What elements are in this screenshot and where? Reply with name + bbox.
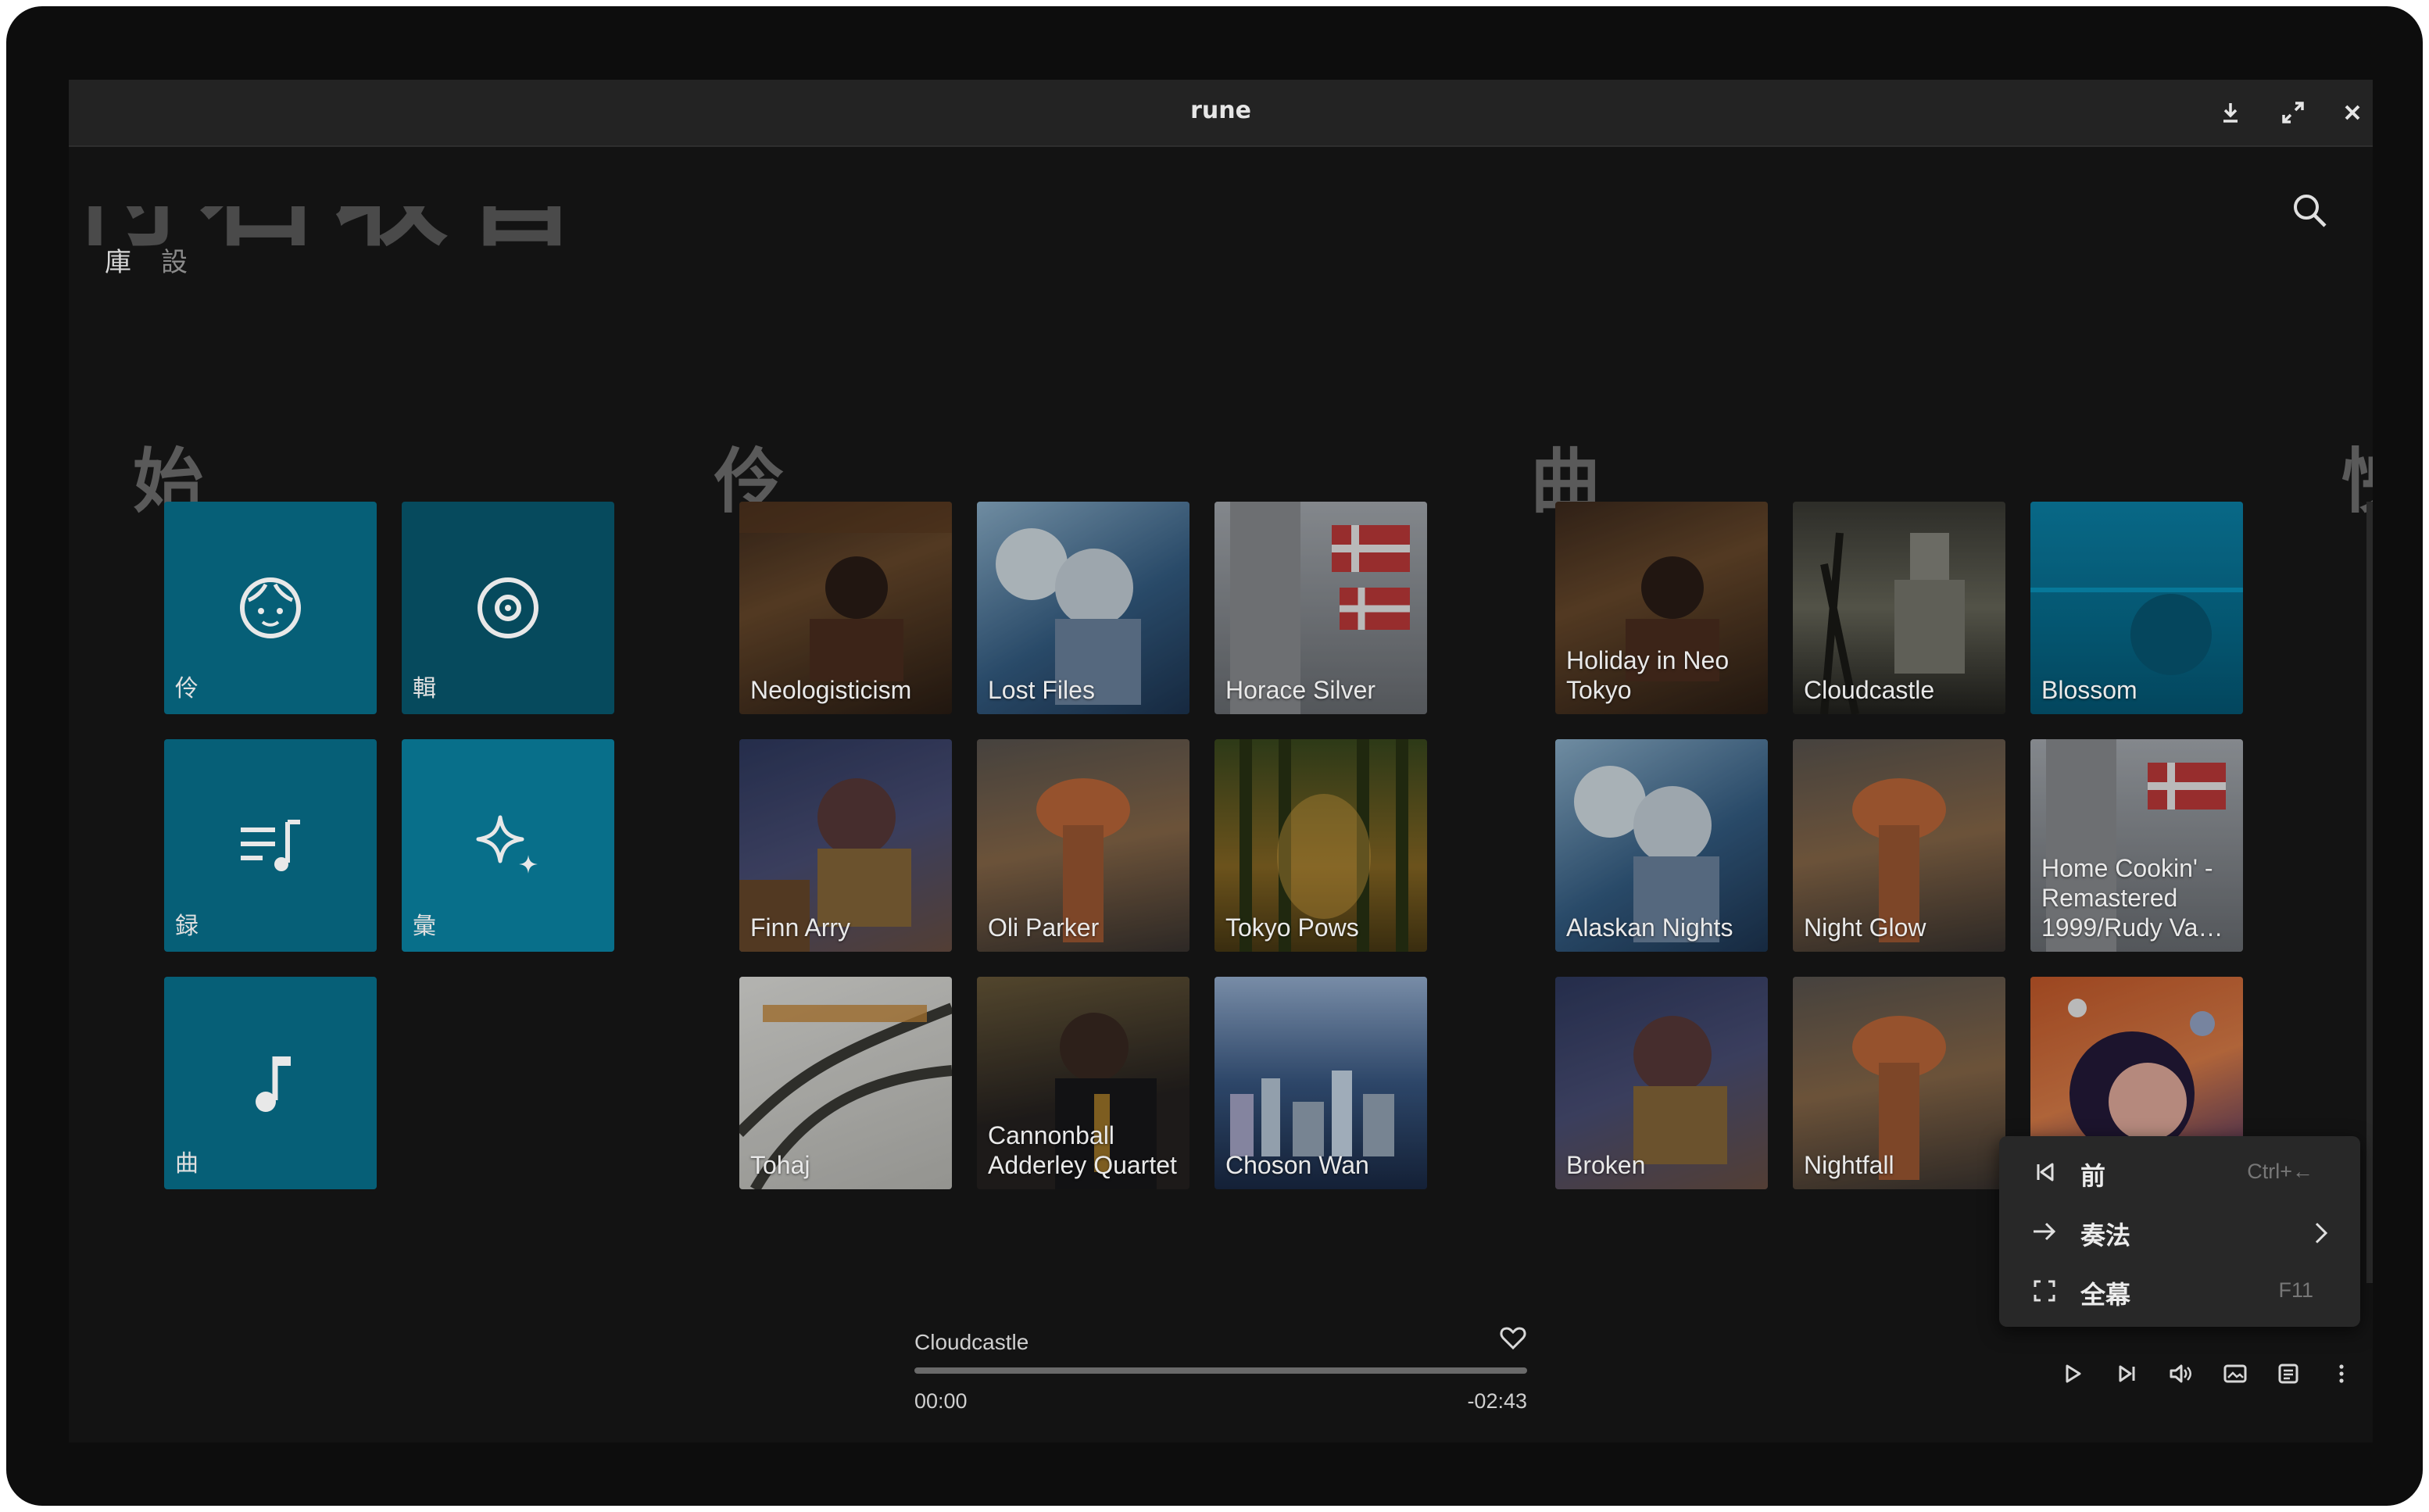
download-button[interactable] (2215, 97, 2246, 128)
track-card[interactable]: Blossom (2030, 502, 2243, 714)
play-icon (2066, 1364, 2081, 1383)
menu-item-fullscreen[interactable]: 全幕 F11 (1999, 1263, 2360, 1322)
progress-bar[interactable] (914, 1367, 1527, 1374)
artist-card[interactable]: Cannonball Adderley Quartet (977, 977, 1189, 1189)
app-window: rune 付石收音 庫 設 始 伶 曲 怏 伶 (69, 80, 2373, 1442)
card-title: Neologisticism (750, 676, 912, 704)
card-title: Cannonball Adderley Quartet (988, 1121, 1177, 1179)
play-button[interactable] (2055, 1357, 2090, 1391)
tile-label: 伶 (175, 675, 199, 702)
chevron-right-icon (2315, 1222, 2328, 1244)
next-section-peek (2366, 502, 2373, 1283)
card-title: Blossom (2041, 676, 2137, 704)
card-title: Oli Parker (988, 913, 1100, 942)
menu-item-playback-mode[interactable]: 奏法 (1999, 1203, 2360, 1263)
disc-icon (478, 577, 538, 638)
sparkle-icon (476, 815, 538, 874)
track-card[interactable]: Night Glow (1793, 739, 2005, 952)
menu-shortcut: F11 (2278, 1278, 2313, 1302)
next-button[interactable] (2110, 1357, 2145, 1391)
window-title: rune (1190, 97, 1251, 124)
card-title: Holiday in Neo Tokyo (1566, 646, 1730, 704)
close-button[interactable] (2337, 97, 2368, 128)
tile-albums[interactable]: 輯 (402, 502, 614, 714)
artist-card[interactable]: Tokyo Pows (1214, 739, 1427, 952)
elapsed-time: 00:00 (914, 1389, 968, 1413)
more-vertical-icon (2339, 1364, 2344, 1383)
artist-card[interactable]: Choson Wan (1214, 977, 1427, 1189)
card-title: Nightfall (1804, 1151, 1894, 1179)
artist-card[interactable]: Tohaj (739, 977, 952, 1189)
previous-track-icon (2037, 1163, 2054, 1181)
volume-button[interactable] (2163, 1357, 2198, 1391)
artist-card[interactable]: Neologisticism (739, 502, 952, 714)
card-title: Broken (1566, 1151, 1646, 1179)
menu-label: 奏法 (2080, 1221, 2131, 1250)
card-title: Home Cookin' - Remastered 1999/Rudy Va… (2041, 854, 2223, 942)
card-title: Cloudcastle (1804, 676, 1935, 704)
queue-button[interactable] (2271, 1357, 2306, 1391)
search-icon (2294, 195, 2327, 227)
menu-label: 全幕 (2080, 1280, 2131, 1310)
expand-icon (2282, 102, 2304, 123)
cover-art-button[interactable] (2218, 1357, 2252, 1391)
context-menu: 前 Ctrl+← 奏法 全幕 F11 (1999, 1136, 2360, 1327)
search-button[interactable] (2288, 189, 2332, 233)
now-playing-title: Cloudcastle (914, 1330, 1029, 1354)
tile-mixes[interactable]: 彙 (402, 739, 614, 952)
close-icon (2345, 105, 2360, 120)
tile-label: 輯 (413, 675, 436, 702)
favorite-button[interactable] (1499, 1324, 1527, 1352)
list-icon (2278, 1364, 2298, 1384)
track-card[interactable]: Holiday in Neo Tokyo (1555, 502, 1768, 714)
menu-shortcut: Ctrl+← (2247, 1160, 2313, 1183)
device-frame: rune 付石收音 庫 設 始 伶 曲 怏 伶 (6, 6, 2423, 1506)
track-card[interactable]: Cloudcastle (1793, 502, 2005, 714)
card-title: Alaskan Nights (1566, 913, 1733, 942)
card-title: Horace Silver (1225, 676, 1376, 704)
arrow-right-icon (2034, 1222, 2056, 1241)
volume-icon (2170, 1364, 2191, 1383)
more-button[interactable] (2324, 1357, 2359, 1391)
fullscreen-button[interactable] (2277, 97, 2309, 128)
tile-label: 彙 (413, 913, 436, 940)
artist-card[interactable]: Finn Arry (739, 739, 952, 952)
title-bar: rune (69, 80, 2373, 147)
tile-label: 録 (175, 913, 199, 940)
menu-label: 前 (2080, 1161, 2106, 1191)
top-tabs: 庫 設 (105, 241, 188, 279)
track-card[interactable]: Alaskan Nights (1555, 739, 1768, 952)
download-icon (2223, 103, 2238, 123)
tile-tracks[interactable]: 曲 (164, 977, 377, 1189)
fullscreen-icon (2034, 1280, 2055, 1302)
track-card[interactable]: Broken (1555, 977, 1768, 1189)
playlist-icon (241, 820, 300, 871)
tile-artists[interactable]: 伶 (164, 502, 377, 714)
image-icon (2223, 1364, 2247, 1383)
page-big-title: 付石收音 (69, 127, 595, 263)
card-title: Lost Files (988, 676, 1095, 704)
card-title: Choson Wan (1225, 1151, 1369, 1179)
heart-icon (1500, 1327, 1526, 1350)
music-note-icon (256, 1056, 291, 1112)
face-icon (240, 577, 301, 638)
track-card[interactable]: Home Cookin' - Remastered 1999/Rudy Va… (2030, 739, 2243, 952)
menu-item-previous[interactable]: 前 Ctrl+← (1999, 1144, 2360, 1203)
track-card[interactable]: Nightfall (1793, 977, 2005, 1189)
tab-settings[interactable]: 設 (161, 241, 188, 279)
artist-card[interactable]: Horace Silver (1214, 502, 1427, 714)
artist-card[interactable]: Lost Files (977, 502, 1189, 714)
artist-card[interactable]: Oli Parker (977, 739, 1189, 952)
tile-playlists[interactable]: 録 (164, 739, 377, 952)
card-title: Night Glow (1804, 913, 1926, 942)
card-title: Tokyo Pows (1225, 913, 1359, 942)
card-title: Finn Arry (750, 913, 851, 942)
skip-next-icon (2119, 1365, 2135, 1382)
remaining-time: -02:43 (1467, 1389, 1527, 1413)
tile-label: 曲 (175, 1150, 199, 1178)
card-title: Tohaj (750, 1151, 810, 1179)
tab-library[interactable]: 庫 (105, 241, 131, 279)
